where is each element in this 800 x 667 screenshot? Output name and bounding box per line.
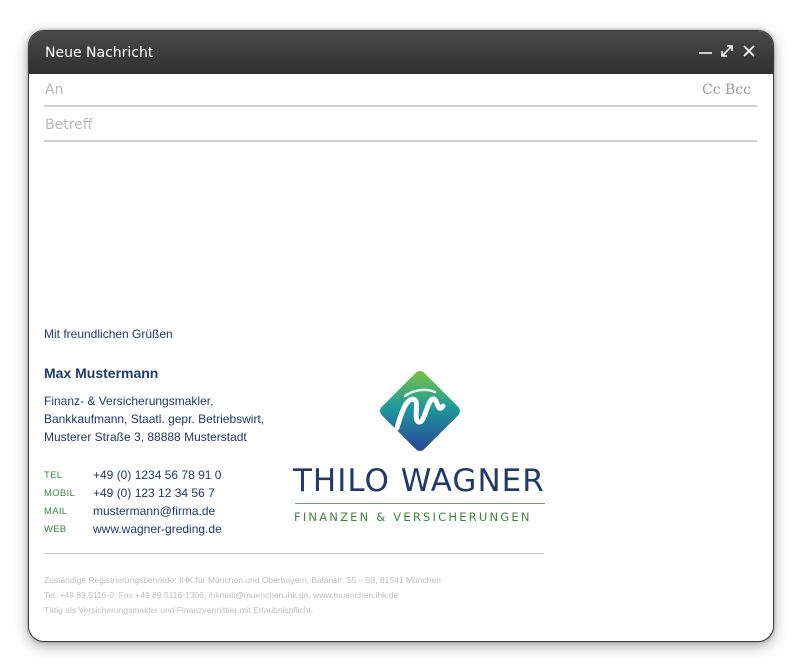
- logo-divider: [295, 503, 545, 504]
- logo-mark-icon: [375, 366, 465, 456]
- minimize-icon[interactable]: [696, 41, 716, 61]
- compose-window: Neue Nachricht An Cc Bcc Betreff Mit fre…: [28, 30, 774, 642]
- signature-divider: [44, 553, 544, 554]
- subject-placeholder: Betreff: [45, 117, 93, 133]
- signature-line: Finanz- & Versicherungsmakler,: [44, 394, 214, 408]
- contact-value-web[interactable]: www.wagner-greding.de: [93, 522, 222, 536]
- footer-line: Zuständige Registrierungsbehörde: IHK fü…: [44, 575, 441, 585]
- signature-name: Max Mustermann: [44, 365, 159, 381]
- footer-line: Tel. +49 89 5116-0, Fax +49 89 5116-1306…: [44, 590, 399, 600]
- expand-icon[interactable]: [717, 41, 737, 61]
- contact-label-tel: TEL: [44, 470, 63, 481]
- contact-value-mail[interactable]: mustermann@firma.de: [93, 504, 215, 518]
- window-title: Neue Nachricht: [45, 45, 154, 61]
- compose-titlebar[interactable]: Neue Nachricht: [29, 31, 773, 74]
- contact-label-web: WEB: [44, 524, 67, 535]
- close-icon[interactable]: [739, 41, 759, 61]
- signature-line: Bankkaufmann, Staatl. gepr. Betriebswirt…: [44, 412, 265, 426]
- cc-bcc-toggle[interactable]: Cc Bcc: [702, 82, 751, 98]
- logo-name: THILO WAGNER: [293, 463, 545, 499]
- contact-label-mail: MAIL: [44, 506, 68, 517]
- logo-tagline: FINANZEN & VERSICHERUNGEN: [294, 510, 532, 524]
- to-placeholder: An: [45, 82, 64, 98]
- to-field[interactable]: An Cc Bcc: [44, 73, 757, 107]
- signature-greeting: Mit freundlichen Grüßen: [44, 327, 173, 341]
- subject-field[interactable]: Betreff: [44, 108, 757, 142]
- footer-line: Tätig als Versicherungsmakler und Finanz…: [44, 605, 314, 615]
- contact-value-mobil: +49 (0) 123 12 34 56 7: [93, 486, 215, 500]
- contact-value-tel: +49 (0) 1234 56 78 91 0: [93, 468, 222, 482]
- signature-line: Musterer Straße 3, 88888 Musterstadt: [44, 430, 247, 444]
- contact-label-mobil: MOBIL: [44, 488, 76, 499]
